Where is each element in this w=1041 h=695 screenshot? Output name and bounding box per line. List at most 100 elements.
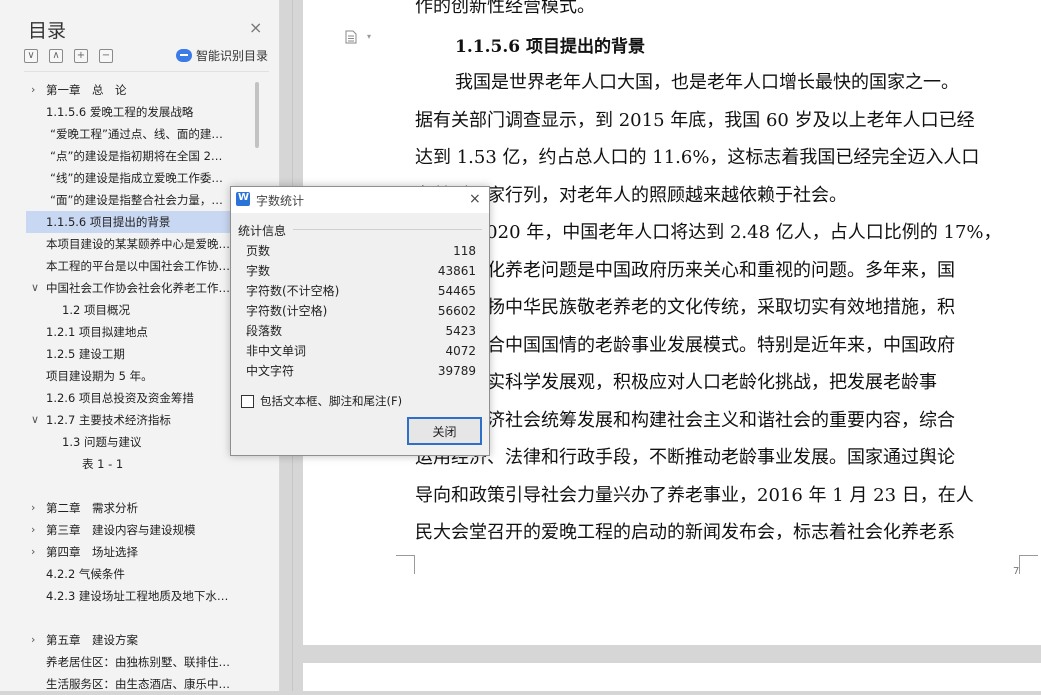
- toc-item[interactable]: › 第三章 建设内容与建设规模: [26, 519, 252, 541]
- doc-text-line: 据有关部门调查显示，到 2015 年底，我国 60 岁及以上老年人口已经: [415, 109, 975, 131]
- word-count-dialog: 字数统计 × 统计信息 页数118字数43861字符数(不计空格)54465字符…: [230, 186, 490, 456]
- chevron-right-icon[interactable]: ›: [31, 541, 35, 563]
- dialog-title: 字数统计: [256, 194, 305, 208]
- smart-toc-label: 智能识别目录: [196, 49, 269, 63]
- doc-text-line: 家为了弘扬中华民族敬老养老的文化传统，采取切实有效地措施，积: [415, 297, 955, 318]
- smart-toc-button[interactable]: 智能识别目录: [176, 47, 268, 64]
- stat-label: 非中文单词: [246, 344, 307, 358]
- paragraph-layout-icon[interactable]: [345, 30, 357, 44]
- doc-text-line: 预计到 2020 年，中国老年人口将达到 2.48 亿人，占人口比例的 17%，: [415, 222, 1002, 243]
- toc-item[interactable]: “点”的建设是指初期将在全国 2…: [26, 145, 252, 167]
- toc-item[interactable]: 1.2.5 建设工期: [26, 343, 252, 365]
- collapse-all-icon[interactable]: ∨: [24, 49, 38, 63]
- doc-text-line: 人口老龄化养老问题是中国政府历来关心和重视的问题。多年来，国: [415, 259, 955, 281]
- toc-item[interactable]: › 第二章 需求分析: [26, 497, 252, 519]
- chevron-right-icon[interactable]: ›: [31, 629, 35, 651]
- toc-item[interactable]: › 第一章 总 论: [26, 79, 252, 101]
- toc-item-label: 本工程的平台是以中国社会工作协…: [46, 259, 230, 273]
- chevron-right-icon[interactable]: ›: [31, 497, 35, 519]
- toc-item-label: 中国社会工作协会社会化养老工作…: [46, 281, 230, 295]
- toc-item[interactable]: 1.1.5.6 爱晚工程的发展战略: [26, 101, 252, 123]
- doc-heading: 1.1.5.6 项目提出的背景: [455, 37, 645, 57]
- chevron-right-icon[interactable]: ›: [31, 519, 35, 541]
- checkbox-box[interactable]: [241, 394, 254, 408]
- toc-item[interactable]: ∨ 1.2.7 主要技术经济指标: [26, 409, 252, 431]
- toc-item-label: 第三章 建设内容与建设规模: [46, 523, 196, 537]
- include-textbox-checkbox[interactable]: 包括文本框、脚注和尾注(F): [241, 393, 402, 409]
- toc-item[interactable]: 表 1 - 1: [26, 453, 252, 475]
- sidebar-close-icon[interactable]: ×: [249, 18, 262, 37]
- toc-item[interactable]: ∨ 中国社会工作协会社会化养老工作…: [26, 277, 252, 299]
- toc-item[interactable]: 1.2 项目概况: [26, 299, 252, 321]
- toc-item-label: 4.2.3 建设场址工程地质及地下水…: [46, 589, 229, 603]
- stat-label: 页数: [246, 244, 271, 258]
- stat-row: 中文字符 39789: [246, 361, 476, 381]
- crop-mark-bottom-right: [1019, 555, 1038, 574]
- toc-item-label: 1.2.1 项目拟建地点: [46, 325, 148, 339]
- chevron-right-icon[interactable]: ›: [31, 79, 35, 101]
- toc-item[interactable]: › 第五章 建设方案: [26, 629, 252, 651]
- expand-all-icon[interactable]: ∧: [49, 49, 63, 63]
- doc-text-line: 我国是世界老年人口大国，也是老年人口增长最快的国家之一。: [455, 72, 959, 93]
- toc-item[interactable]: 项目建设期为 5 年。: [26, 365, 252, 387]
- stat-value: 43861: [437, 264, 476, 278]
- toc-item[interactable]: “线”的建设是指成立爱晚工作委…: [26, 167, 252, 189]
- sidebar-scrollbar[interactable]: [255, 82, 259, 148]
- stats-group-line: [293, 229, 482, 230]
- toc-item-label: 1.1.5.6 项目提出的背景: [46, 215, 171, 229]
- stat-value: 39789: [437, 364, 476, 378]
- toc-item[interactable]: 1.3 问题与建议: [26, 431, 252, 453]
- stat-row: 字符数(不计空格) 54465: [246, 281, 476, 301]
- doc-text-line: 导向和政策引导社会力量兴办了养老事业，2016 年 1 月 23 日，在人: [415, 484, 974, 506]
- wps-writer-icon: [236, 192, 250, 206]
- close-button[interactable]: 关闭: [407, 417, 482, 445]
- toc-item[interactable]: 1.1.5.6 项目提出的背景: [26, 211, 252, 233]
- toc-item[interactable]: 生活服务区：由生态酒店、康乐中…: [26, 673, 252, 695]
- toc-item-label: “点”的建设是指初期将在全国 2…: [50, 149, 223, 163]
- toc-item-label: 1.1.5.6 爱晚工程的发展战略: [46, 105, 194, 119]
- stat-label: 字符数(计空格): [246, 304, 328, 318]
- toc-item-label: 1.3 问题与建议: [62, 435, 142, 449]
- stat-label: 字符数(不计空格): [246, 284, 340, 298]
- toc-item-label: 1.2.5 建设工期: [46, 347, 125, 361]
- toc-item-label: 第四章 场址选择: [46, 545, 138, 559]
- remove-heading-icon[interactable]: −: [99, 49, 113, 63]
- toc-item[interactable]: 4.2.3 建设场址工程地质及地下水…: [26, 585, 252, 607]
- toc-item-label: 第二章 需求分析: [46, 501, 138, 515]
- toc-item-label: 本项目建设的某某颐养中心是爱晚…: [46, 237, 230, 251]
- stat-row: 段落数 5423: [246, 321, 476, 341]
- stat-label: 字数: [246, 264, 271, 278]
- toc-item[interactable]: 4.2.2 气候条件: [26, 563, 252, 585]
- toc-item[interactable]: 1.2.1 项目拟建地点: [26, 321, 252, 343]
- toc-item[interactable]: › 第四章 场址选择: [26, 541, 252, 563]
- toc-item[interactable]: 本工程的平台是以中国社会工作协…: [26, 255, 252, 277]
- next-document-page[interactable]: [303, 663, 1041, 691]
- dialog-close-icon[interactable]: ×: [469, 191, 481, 207]
- stat-row: 字符数(计空格) 56602: [246, 301, 476, 321]
- toc-item[interactable]: 本项目建设的某某颐养中心是爱晚…: [26, 233, 252, 255]
- doc-text-line: 民大会堂召开的爱晚工程的启动的新闻发布会，标志着社会化养老系: [415, 522, 955, 543]
- stat-row: 非中文单词 4072: [246, 341, 476, 361]
- add-heading-icon[interactable]: +: [74, 49, 88, 63]
- dialog-titlebar[interactable]: 字数统计 ×: [231, 187, 489, 213]
- toc-item[interactable]: “爱晚工程”通过点、线、面的建…: [26, 123, 252, 145]
- doc-text-line: 达到 1.53 亿，约占总人口的 11.6%，这标志着我国已经完全迈入人口: [415, 147, 980, 168]
- toc-item-label: 养老居住区：由独栋别墅、联排住…: [46, 655, 230, 669]
- doc-text-line: 业作为经济社会统筹发展和构建社会主义和谐社会的重要内容，综合: [415, 409, 955, 431]
- sidebar-divider: [24, 71, 269, 72]
- toc-item-label: 项目建设期为 5 年。: [46, 369, 153, 383]
- toc-toolbar: ∨ ∧ + −: [24, 47, 124, 65]
- chevron-down-icon[interactable]: ∨: [31, 409, 39, 431]
- chevron-down-icon[interactable]: ∨: [31, 277, 39, 299]
- smart-recognize-icon: [176, 49, 192, 62]
- stat-row: 字数 43861: [246, 261, 476, 281]
- toc-item[interactable]: “面”的建设是指整合社会力量，…: [26, 189, 252, 211]
- layout-dropdown-icon[interactable]: ▾: [367, 32, 371, 41]
- toc-item[interactable]: 1.2.6 项目总投资及资金筹措: [26, 387, 252, 409]
- toc-item[interactable]: 养老居住区：由独栋别墅、联排住…: [26, 651, 252, 673]
- toc-item-label: “爱晚工程”通过点、线、面的建…: [50, 127, 223, 141]
- toc-item-label: 1.2 项目概况: [62, 303, 130, 317]
- stat-label: 段落数: [246, 324, 283, 338]
- toc-item-label: 第五章 建设方案: [46, 633, 138, 647]
- doc-text-line: 运用经济、法律和行政手段，不断推动老龄事业发展。国家通过舆论: [415, 447, 955, 468]
